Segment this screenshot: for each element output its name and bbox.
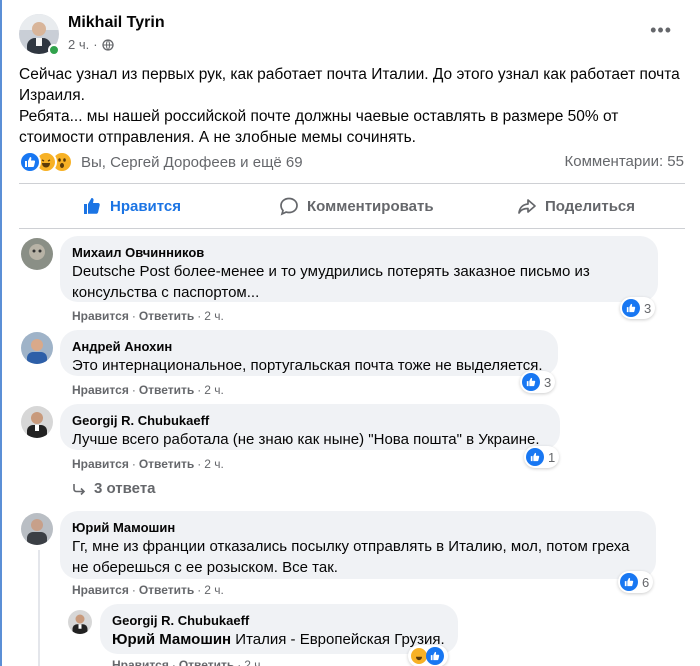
comment-text: Это интернациональное, португальская поч… [72, 357, 543, 374]
commenter-avatar[interactable] [21, 406, 53, 438]
like-button[interactable]: Нравится [82, 192, 181, 220]
commenter-avatar[interactable] [21, 513, 53, 545]
divider [19, 183, 685, 184]
facebook-post: Mikhail Tyrin 2 ч. · ••• Сейчас узнал из… [2, 0, 700, 666]
comment-text: консульства с паспортом... [72, 284, 260, 301]
comment-meta: Нравится · Ответить · 2 ч. [72, 583, 224, 597]
comment-text: Лучше всего работала (не знаю как ныне) … [72, 431, 540, 448]
comment-reactions[interactable]: 1 [524, 446, 560, 468]
thumbs-up-icon [84, 198, 100, 214]
separator: · [131, 383, 136, 397]
reply-reactions[interactable] [408, 645, 448, 666]
like-button-label: Нравится [110, 197, 182, 215]
comment-text: Гг, мне из франции отказались посылку от… [72, 538, 630, 555]
comment-like-link[interactable]: Нравится [72, 309, 129, 323]
comment-time[interactable]: 2 ч. [204, 383, 224, 397]
comment-reply-link[interactable]: Ответить [139, 457, 194, 471]
post-author-name[interactable]: Mikhail Tyrin [68, 14, 165, 32]
comment-like-link[interactable]: Нравится [72, 383, 129, 397]
divider [19, 228, 685, 229]
comment-text: Deutsche Post более-менее и то умудрилис… [72, 263, 590, 280]
comment-time[interactable]: 2 ч. [204, 309, 224, 323]
separator: · [237, 658, 242, 666]
reply-text: Юрий Мамошин Италия - Европейская Грузия… [112, 629, 446, 650]
commenter-avatar[interactable] [21, 332, 53, 364]
comment-reactions[interactable]: 6 [618, 571, 654, 593]
share-arrow-icon [518, 199, 536, 214]
reply-bubble: Georgij R. Chubukaeff Юрий Мамошин Итали… [100, 604, 458, 654]
comment-reaction-count: 3 [544, 374, 552, 390]
post-time[interactable]: 2 ч. [68, 37, 89, 52]
commenter-name[interactable]: Georgij R. Chubukaeff [72, 412, 548, 429]
comment-reactions[interactable]: 3 [620, 297, 656, 319]
view-replies-link[interactable]: 3 ответа [72, 480, 156, 497]
meta-separator: · [93, 37, 98, 52]
comment-reply-link[interactable]: Ответить [139, 583, 194, 597]
comment-reply-link[interactable]: Ответить [139, 383, 194, 397]
comment-reaction-count: 1 [548, 449, 556, 465]
comment-time[interactable]: 2 ч. [244, 658, 264, 666]
share-button-label: Поделиться [545, 197, 636, 215]
reply-mention[interactable]: Юрий Мамошин [112, 631, 231, 648]
comment-meta: Нравится · Ответить · 2 ч. [72, 457, 224, 471]
reply-meta: Нравится · Ответить · 2 ч. [112, 658, 264, 666]
commenter-name[interactable]: Андрей Анохин [72, 338, 546, 355]
comment-like-link[interactable]: Нравится [72, 457, 129, 471]
like-reaction-icon [620, 573, 638, 591]
separator: · [197, 457, 202, 471]
comment-meta: Нравится · Ответить · 2 ч. [72, 309, 224, 323]
reaction-summary[interactable]: Вы, Сергей Дорофеев и ещё 69 [81, 154, 303, 171]
comment-button[interactable]: Комментировать [279, 192, 434, 220]
comment-meta: Нравится · Ответить · 2 ч. [72, 383, 224, 397]
comment-bubble: Михаил Овчинников Deutsche Post более-ме… [60, 236, 658, 302]
separator: · [197, 383, 202, 397]
post-text: Сейчас узнал из первых рук, как работает… [19, 64, 687, 148]
like-reaction-icon [19, 151, 41, 173]
share-button[interactable]: Поделиться [517, 192, 635, 220]
reply-author-avatar[interactable] [68, 610, 92, 634]
comment-text: не оберешься с ее розыском. Все так. [72, 559, 338, 576]
separator: · [171, 658, 176, 666]
post-text-paragraph: Ребята... мы нашей российской почте долж… [19, 108, 619, 146]
comment-reply-link[interactable]: Ответить [179, 658, 234, 666]
like-reaction-icon [426, 647, 444, 665]
comment-time[interactable]: 2 ч. [204, 583, 224, 597]
separator: · [197, 583, 202, 597]
comment-reactions[interactable]: 3 [520, 371, 556, 393]
reply-thread-line [38, 550, 40, 666]
more-options-icon[interactable]: ••• [650, 21, 672, 39]
like-reaction-icon [622, 299, 640, 317]
comment-bubble: Georgij R. Chubukaeff Лучше всего работа… [60, 404, 560, 450]
comment-reaction-count: 6 [642, 574, 650, 590]
comment-bubble: Юрий Мамошин Гг, мне из франции отказали… [60, 511, 656, 579]
post-meta: 2 ч. · [68, 37, 114, 52]
commenter-name[interactable]: Михаил Овчинников [72, 244, 646, 261]
commenter-name[interactable]: Юрий Мамошин [72, 519, 644, 536]
reply-author-name[interactable]: Georgij R. Chubukaeff [112, 612, 446, 629]
comment-bubble: Андрей Анохин Это интернациональное, пор… [60, 330, 558, 376]
like-reaction-icon [522, 373, 540, 391]
comment-like-link[interactable]: Нравится [112, 658, 169, 666]
reply-arrow-icon [73, 483, 86, 495]
like-reaction-icon [526, 448, 544, 466]
separator: · [197, 309, 202, 323]
replies-count: 3 ответа [94, 480, 156, 497]
post-text-paragraph: Сейчас узнал из первых рук, как работает… [19, 66, 680, 104]
globe-icon [101, 38, 114, 51]
commenter-avatar[interactable] [21, 238, 53, 270]
online-status-dot [48, 44, 60, 56]
separator: · [131, 457, 136, 471]
reactions-bar[interactable]: Вы, Сергей Дорофеев и ещё 69 [19, 150, 303, 174]
comment-time[interactable]: 2 ч. [204, 457, 224, 471]
comment-like-link[interactable]: Нравится [72, 583, 129, 597]
separator: · [131, 583, 136, 597]
comment-reaction-count: 3 [644, 300, 652, 316]
comment-icon [280, 197, 298, 216]
comment-button-label: Комментировать [307, 197, 434, 215]
separator: · [131, 309, 136, 323]
comment-reply-link[interactable]: Ответить [139, 309, 194, 323]
comments-count[interactable]: Комментарии: 55 [565, 153, 685, 170]
